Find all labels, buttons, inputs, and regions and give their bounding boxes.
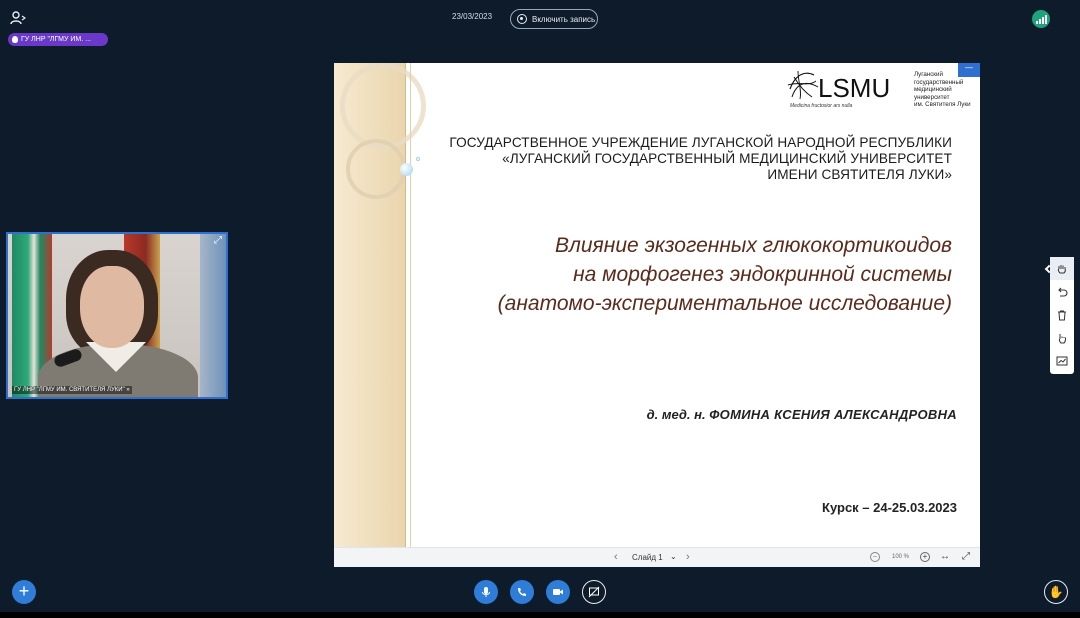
logo-text: LSMU <box>818 73 891 103</box>
logo-side-line: государственный <box>914 78 964 86</box>
presentation-area: LSMU Medicina fructosior ars nulla Луган… <box>334 63 980 567</box>
actions-button[interactable]: + <box>12 580 36 604</box>
window-bottom-edge <box>0 612 1080 618</box>
phone-icon <box>518 588 526 596</box>
slide-decor-ring <box>346 139 406 199</box>
author-name: ФОМИНА КСЕНИЯ АЛЕКСАНДРОВНА <box>709 407 957 422</box>
slide-decor-line <box>410 63 411 547</box>
multi-user-pen-button[interactable] <box>1050 326 1074 349</box>
institution-line: «ЛУГАНСКИЙ ГОСУДАРСТВЕННЫЙ МЕДИЦИНСКИЙ У… <box>502 151 952 166</box>
undo-button[interactable] <box>1050 280 1074 303</box>
undo-icon <box>1058 287 1068 297</box>
previous-slide-button[interactable]: ‹ <box>614 551 618 563</box>
microphone-button[interactable] <box>474 580 498 604</box>
connection-status-icon[interactable] <box>1032 10 1050 28</box>
start-recording-button[interactable]: Включить запись <box>510 9 598 29</box>
fit-width-button[interactable]: ↔ <box>940 551 950 562</box>
top-bar: 23/03/2023 Включить запись <box>0 0 1080 36</box>
logo-mark-icon <box>787 70 819 100</box>
hand-tool-button[interactable] <box>1050 257 1074 280</box>
screen-share-off-icon <box>588 586 600 598</box>
speaker-face <box>80 266 144 348</box>
expand-icon[interactable]: ⤢ <box>214 236 224 246</box>
zoom-out-button[interactable]: − <box>870 552 880 562</box>
institution-name: ГОСУДАРСТВЕННОЕ УЧРЕЖДЕНИЕ ЛУГАНСКОЙ НАР… <box>414 135 952 183</box>
presenter-name: ГУ ЛНР "ЛГМУ ИМ. ... <box>21 36 91 43</box>
author: д. мед. н. ФОМИНА КСЕНИЯ АЛЕКСАНДРОВНА <box>414 407 957 422</box>
institution-line: ГОСУДАРСТВЕННОЕ УЧРЕЖДЕНИЕ ЛУГАНСКОЙ НАР… <box>449 135 952 150</box>
slide-selector[interactable]: Слайд 1 <box>632 553 663 562</box>
chevron-down-icon[interactable]: ⌄ <box>670 552 677 561</box>
meeting-date: 23/03/2023 <box>452 12 493 21</box>
institution-line: ИМЕНИ СВЯТИТЕЛЯ ЛУКИ» <box>767 167 952 182</box>
draw-tool-button[interactable] <box>1050 349 1074 372</box>
plus-icon: + <box>18 581 30 601</box>
author-degree: д. мед. н. <box>646 407 706 422</box>
slide-decor-bubble <box>400 163 413 176</box>
hand-icon <box>1057 264 1066 273</box>
university-logo: LSMU <box>786 67 890 104</box>
logo-side-line: им. Святителя Луки <box>914 101 971 109</box>
zoom-level: 100 % <box>892 554 910 560</box>
screen-share-button[interactable] <box>582 580 606 604</box>
bottom-controls: + ✋ <box>0 572 1080 612</box>
webcam-caption: ГУ ЛНР "ЛГМУ ИМ. СВЯТИТЕЛЯ ЛУКИ" » <box>12 386 132 394</box>
fullscreen-button[interactable]: ⤢ <box>962 551 970 562</box>
raise-hand-icon: ✋ <box>1048 585 1064 599</box>
zoom-in-button[interactable]: + <box>920 552 930 562</box>
chart-line-icon <box>1056 356 1068 365</box>
presenter-badge[interactable]: ГУ ЛНР "ЛГМУ ИМ. ... <box>8 33 108 46</box>
logo-side-line: университет <box>914 93 950 101</box>
slide-options-button[interactable]: — <box>958 63 980 77</box>
audio-button[interactable] <box>510 580 534 604</box>
users-icon[interactable] <box>10 11 26 25</box>
place-date: Курск – 24-25.03.2023 <box>822 500 957 515</box>
topic-line: (анатомо-экспериментальное исследование) <box>497 292 952 315</box>
logo-side-line: медицинский <box>914 86 952 94</box>
topic-line: на морфогенез эндокринной системы <box>573 263 952 286</box>
video-camera-icon <box>553 589 563 595</box>
webcam-video[interactable]: ⤢ ГУ ЛНР "ЛГМУ ИМ. СВЯТИТЕЛЯ ЛУКИ" » <box>6 232 228 399</box>
slide-navigation-bar: ‹ Слайд 1 ⌄ › − 100 % + ↔ ⤢ <box>334 547 980 567</box>
trash-icon <box>1058 310 1066 320</box>
next-slide-button[interactable]: › <box>686 551 690 563</box>
presentation-topic: Влияние экзогенных глюкокортикоидов на м… <box>414 231 952 318</box>
record-label: Включить запись <box>532 14 596 24</box>
whiteboard-toolbar <box>1050 257 1074 374</box>
logo-tagline: Medicina fructosior ars nulla <box>790 103 853 109</box>
flag-far-right <box>200 234 226 397</box>
slide: LSMU Medicina fructosior ars nulla Луган… <box>334 63 980 547</box>
microphone-icon <box>482 587 490 597</box>
presenter-icon <box>12 36 18 43</box>
clear-button[interactable] <box>1050 303 1074 326</box>
topic-line: Влияние экзогенных глюкокортикоидов <box>555 234 952 257</box>
pointer-hand-icon <box>1058 333 1066 343</box>
camera-button[interactable] <box>546 580 570 604</box>
record-icon <box>517 14 527 24</box>
raise-hand-button[interactable]: ✋ <box>1044 580 1068 604</box>
